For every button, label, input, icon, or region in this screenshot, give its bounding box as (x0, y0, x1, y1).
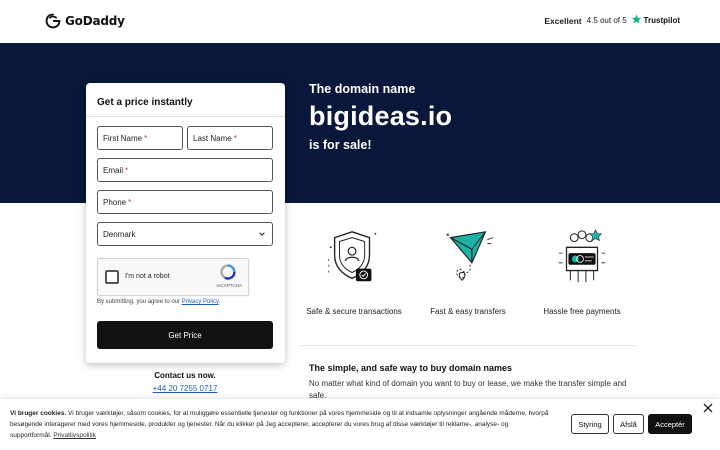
recaptcha-widget: I'm not a robot reCAPTCHA (97, 258, 249, 296)
last-name-label: Last Name (193, 133, 232, 143)
info-title: The simple, and safe way to buy domain n… (309, 363, 513, 373)
rating-word: Excellent (544, 15, 582, 26)
consent-prefix: By submitting, you agree to our (97, 299, 182, 305)
feature-transfer-label: Fast & easy transfers (430, 307, 506, 316)
site-header: GoDaddy Excellent 4.5 out of 5 ★ Trustpi… (0, 0, 720, 43)
trustpilot-star-icon: ★ (631, 14, 642, 26)
email-label: Email (103, 165, 124, 175)
get-price-button[interactable]: Get Price (97, 321, 273, 349)
shield-icon (328, 231, 377, 282)
godaddy-logo-icon (45, 13, 61, 29)
hero-line3: is for sale! (309, 138, 372, 152)
required-mark: * (125, 165, 129, 175)
trustpilot-rating[interactable]: Excellent 4.5 out of 5 ★ Trustpilot (544, 15, 680, 26)
required-mark: * (233, 133, 237, 143)
form-divider (86, 116, 285, 117)
first-name-field[interactable]: First Name * (97, 126, 183, 150)
required-mark: * (144, 133, 148, 143)
payment-card-icon (558, 229, 606, 283)
feature-secure-label: Safe & secure transactions (306, 307, 402, 316)
recaptcha-checkbox[interactable] (105, 270, 119, 284)
godaddy-logo[interactable]: GoDaddy (45, 13, 125, 29)
phone-label: Phone (103, 197, 127, 207)
price-form-card: Get a price instantly First Name * Last N… (86, 83, 285, 363)
paper-plane-icon (446, 231, 494, 281)
feature-payments-label: Hassle free payments (543, 307, 621, 316)
recaptcha-icon (220, 264, 236, 280)
phone-field[interactable]: Phone * (97, 190, 273, 214)
cookie-title: Vi bruger cookies. (10, 410, 67, 417)
feature-transfer: Fast & easy transfers (413, 224, 523, 316)
country-value: Denmark (103, 229, 136, 239)
feature-payments: Hassle free payments (527, 224, 637, 316)
last-name-field[interactable]: Last Name * (187, 126, 273, 150)
trustpilot-text: Trustpilot (643, 16, 680, 25)
section-divider (301, 345, 635, 346)
cookie-text: Vi bruger cookies. Vi bruger værktøjer, … (10, 408, 550, 441)
hero-line1: The domain name (309, 82, 416, 96)
cookie-banner: Vi bruger cookies. Vi bruger værktøjer, … (0, 399, 720, 450)
email-field[interactable]: Email * (97, 158, 273, 182)
rating-value: 4.5 out of 5 (586, 16, 627, 25)
chevron-down-icon (259, 232, 265, 236)
decline-cookies-button[interactable]: Afslå (613, 414, 644, 434)
manage-cookies-button[interactable]: Styring (571, 414, 609, 434)
hero-domain-name: bigideas.io (309, 101, 453, 131)
consent-text: By submitting, you agree to our Privacy … (97, 299, 220, 305)
country-select[interactable]: Denmark (97, 222, 273, 246)
privacy-policy-link[interactable]: Privacy Policy (182, 299, 219, 305)
recaptcha-label: I'm not a robot (125, 273, 170, 280)
privacy-link[interactable]: Privatlivspolitik (53, 432, 96, 439)
required-mark: * (128, 197, 132, 207)
form-title: Get a price instantly (97, 97, 193, 108)
feature-secure: Safe & secure transactions (299, 224, 409, 316)
consent-suffix: . (218, 299, 221, 305)
recaptcha-brand: reCAPTCHA (216, 283, 242, 288)
accept-cookies-button[interactable]: Acceptér (648, 414, 692, 434)
trustpilot-brand: ★ Trustpilot (632, 15, 680, 26)
logo-text: GoDaddy (65, 14, 125, 28)
first-name-label: First Name (103, 133, 143, 143)
close-icon[interactable] (703, 403, 713, 413)
